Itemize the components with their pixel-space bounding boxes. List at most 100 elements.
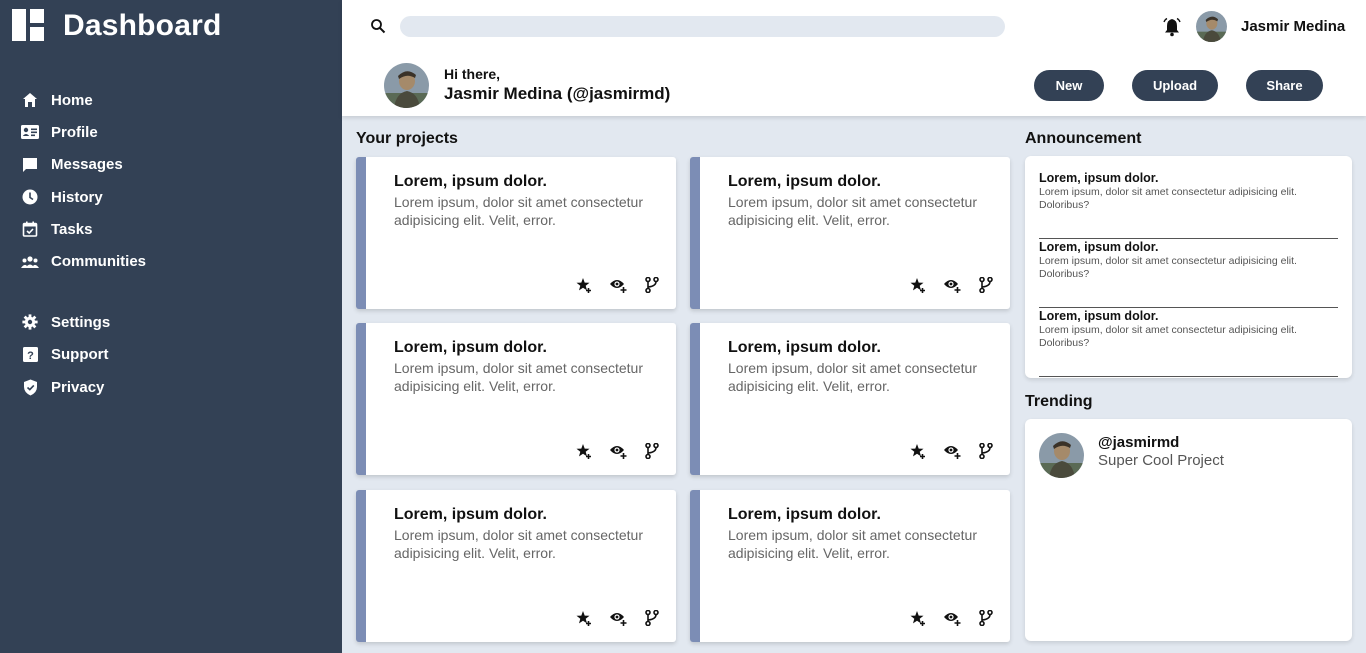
trending-panel: @jasmirmd Super Cool Project — [1025, 419, 1352, 641]
announcement-item-body: Lorem ipsum, dolor sit amet consectetur … — [1039, 324, 1297, 349]
trending-avatar[interactable] — [1039, 433, 1084, 478]
project-card-actions — [574, 608, 662, 628]
announcement-item-body: Lorem ipsum, dolor sit amet consectetur … — [1039, 186, 1297, 211]
fork-icon[interactable] — [642, 275, 662, 295]
trending-title: Trending — [1025, 393, 1093, 410]
bell-icon[interactable] — [1162, 17, 1182, 37]
announcement-item-body: Lorem ipsum, dolor sit amet consectetur … — [1039, 255, 1297, 280]
project-card-body: Lorem ipsum, dolor sit amet consectetur … — [728, 527, 977, 561]
sidebar-item-label: Home — [51, 91, 93, 109]
project-card[interactable]: Lorem, ipsum dolor. Lorem ipsum, dolor si… — [356, 490, 676, 642]
project-card-actions — [908, 608, 996, 628]
announcement-item[interactable]: Lorem, ipsum dolor. Lorem ipsum, dolor s… — [1039, 239, 1338, 308]
svg-text:?: ? — [27, 350, 34, 362]
share-button[interactable]: Share — [1246, 70, 1323, 101]
project-card-title: Lorem, ipsum dolor. — [394, 506, 547, 523]
brand[interactable]: Dashboard — [12, 9, 222, 43]
message-icon — [21, 156, 39, 174]
project-card[interactable]: Lorem, ipsum dolor. Lorem ipsum, dolor si… — [356, 323, 676, 475]
trending-project[interactable]: Super Cool Project — [1098, 452, 1224, 469]
search-icon[interactable] — [370, 18, 388, 36]
topbar: Jasmir Medina Hi there, Jasmir Medina (@… — [342, 0, 1366, 116]
project-card[interactable]: Lorem, ipsum dolor. Lorem ipsum, dolor si… — [690, 323, 1010, 475]
star-add-icon[interactable] — [908, 608, 928, 628]
greeting: Hi there, — [444, 66, 501, 82]
star-add-icon[interactable] — [908, 441, 928, 461]
announcement-item[interactable]: Lorem, ipsum dolor. Lorem ipsum, dolor s… — [1039, 308, 1338, 377]
announcement-item-title: Lorem, ipsum dolor. — [1039, 171, 1159, 185]
announcement-title: Announcement — [1025, 130, 1142, 147]
star-add-icon[interactable] — [574, 275, 594, 295]
star-add-icon[interactable] — [574, 608, 594, 628]
project-card-body: Lorem ipsum, dolor sit amet consectetur … — [394, 194, 643, 228]
trending-handle[interactable]: @jasmirmd — [1098, 434, 1179, 451]
project-card-title: Lorem, ipsum dolor. — [394, 173, 547, 190]
sidebar-item-label: Profile — [51, 123, 98, 141]
sidebar-item-settings[interactable]: Settings — [21, 306, 321, 338]
project-card-title: Lorem, ipsum dolor. — [394, 339, 547, 356]
dashboard-logo-icon — [12, 9, 46, 43]
sidebar-item-history[interactable]: History — [21, 181, 321, 213]
project-card-body: Lorem ipsum, dolor sit amet consectetur … — [394, 360, 643, 394]
watch-add-icon[interactable] — [608, 608, 628, 628]
announcement-panel: Lorem, ipsum dolor. Lorem ipsum, dolor s… — [1025, 156, 1352, 378]
fork-icon[interactable] — [642, 608, 662, 628]
people-icon — [21, 253, 39, 271]
greeting-full-name: Jasmir Medina (@jasmirmd) — [444, 84, 671, 103]
nav-divider — [21, 278, 321, 307]
project-card[interactable]: Lorem, ipsum dolor. Lorem ipsum, dolor si… — [356, 157, 676, 309]
user-name[interactable]: Jasmir Medina — [1241, 18, 1345, 35]
avatar[interactable] — [1196, 11, 1227, 42]
sidebar-item-label: Messages — [51, 156, 123, 174]
watch-add-icon[interactable] — [608, 275, 628, 295]
sidebar-item-support[interactable]: ? Support — [21, 339, 321, 371]
sidebar-item-label: History — [51, 188, 103, 206]
clock-icon — [21, 188, 39, 206]
sidebar: Dashboard Home Profile Messages History — [0, 0, 342, 653]
project-card-body: Lorem ipsum, dolor sit amet consectetur … — [728, 360, 977, 394]
fork-icon[interactable] — [976, 441, 996, 461]
project-card-actions — [908, 275, 996, 295]
home-icon — [21, 91, 39, 109]
sidebar-item-messages[interactable]: Messages — [21, 149, 321, 181]
upload-button[interactable]: Upload — [1132, 70, 1218, 101]
star-add-icon[interactable] — [574, 441, 594, 461]
sidebar-item-label: Tasks — [51, 220, 93, 238]
star-add-icon[interactable] — [908, 275, 928, 295]
sidebar-item-profile[interactable]: Profile — [21, 116, 321, 148]
sidebar-item-communities[interactable]: Communities — [21, 245, 321, 277]
project-card-body: Lorem ipsum, dolor sit amet consectetur … — [394, 527, 643, 561]
brand-title: Dashboard — [63, 9, 222, 42]
project-card-actions — [574, 275, 662, 295]
fork-icon[interactable] — [976, 275, 996, 295]
new-button[interactable]: New — [1034, 70, 1104, 101]
sidebar-item-tasks[interactable]: Tasks — [21, 213, 321, 245]
sidebar-item-label: Communities — [51, 253, 147, 271]
sidebar-nav: Home Profile Messages History Tasks Comm… — [21, 84, 321, 403]
search-input[interactable] — [400, 16, 1005, 37]
calendar-check-icon — [21, 220, 39, 238]
watch-add-icon[interactable] — [942, 275, 962, 295]
project-card-title: Lorem, ipsum dolor. — [728, 506, 881, 523]
gear-icon — [21, 313, 39, 331]
announcement-item[interactable]: Lorem, ipsum dolor. Lorem ipsum, dolor s… — [1039, 170, 1338, 239]
projects-title: Your projects — [356, 130, 458, 147]
announcement-item-title: Lorem, ipsum dolor. — [1039, 309, 1159, 323]
project-card-title: Lorem, ipsum dolor. — [728, 339, 881, 356]
help-icon: ? — [21, 346, 39, 364]
sidebar-item-label: Support — [51, 346, 109, 364]
project-card[interactable]: Lorem, ipsum dolor. Lorem ipsum, dolor si… — [690, 157, 1010, 309]
shield-icon — [21, 378, 39, 396]
watch-add-icon[interactable] — [608, 441, 628, 461]
sidebar-item-privacy[interactable]: Privacy — [21, 371, 321, 403]
watch-add-icon[interactable] — [942, 441, 962, 461]
watch-add-icon[interactable] — [942, 608, 962, 628]
project-card-title: Lorem, ipsum dolor. — [728, 173, 881, 190]
project-card-actions — [908, 441, 996, 461]
sidebar-item-home[interactable]: Home — [21, 84, 321, 116]
project-card[interactable]: Lorem, ipsum dolor. Lorem ipsum, dolor si… — [690, 490, 1010, 642]
fork-icon[interactable] — [976, 608, 996, 628]
fork-icon[interactable] — [642, 441, 662, 461]
profile-avatar — [384, 63, 429, 108]
project-card-actions — [574, 441, 662, 461]
